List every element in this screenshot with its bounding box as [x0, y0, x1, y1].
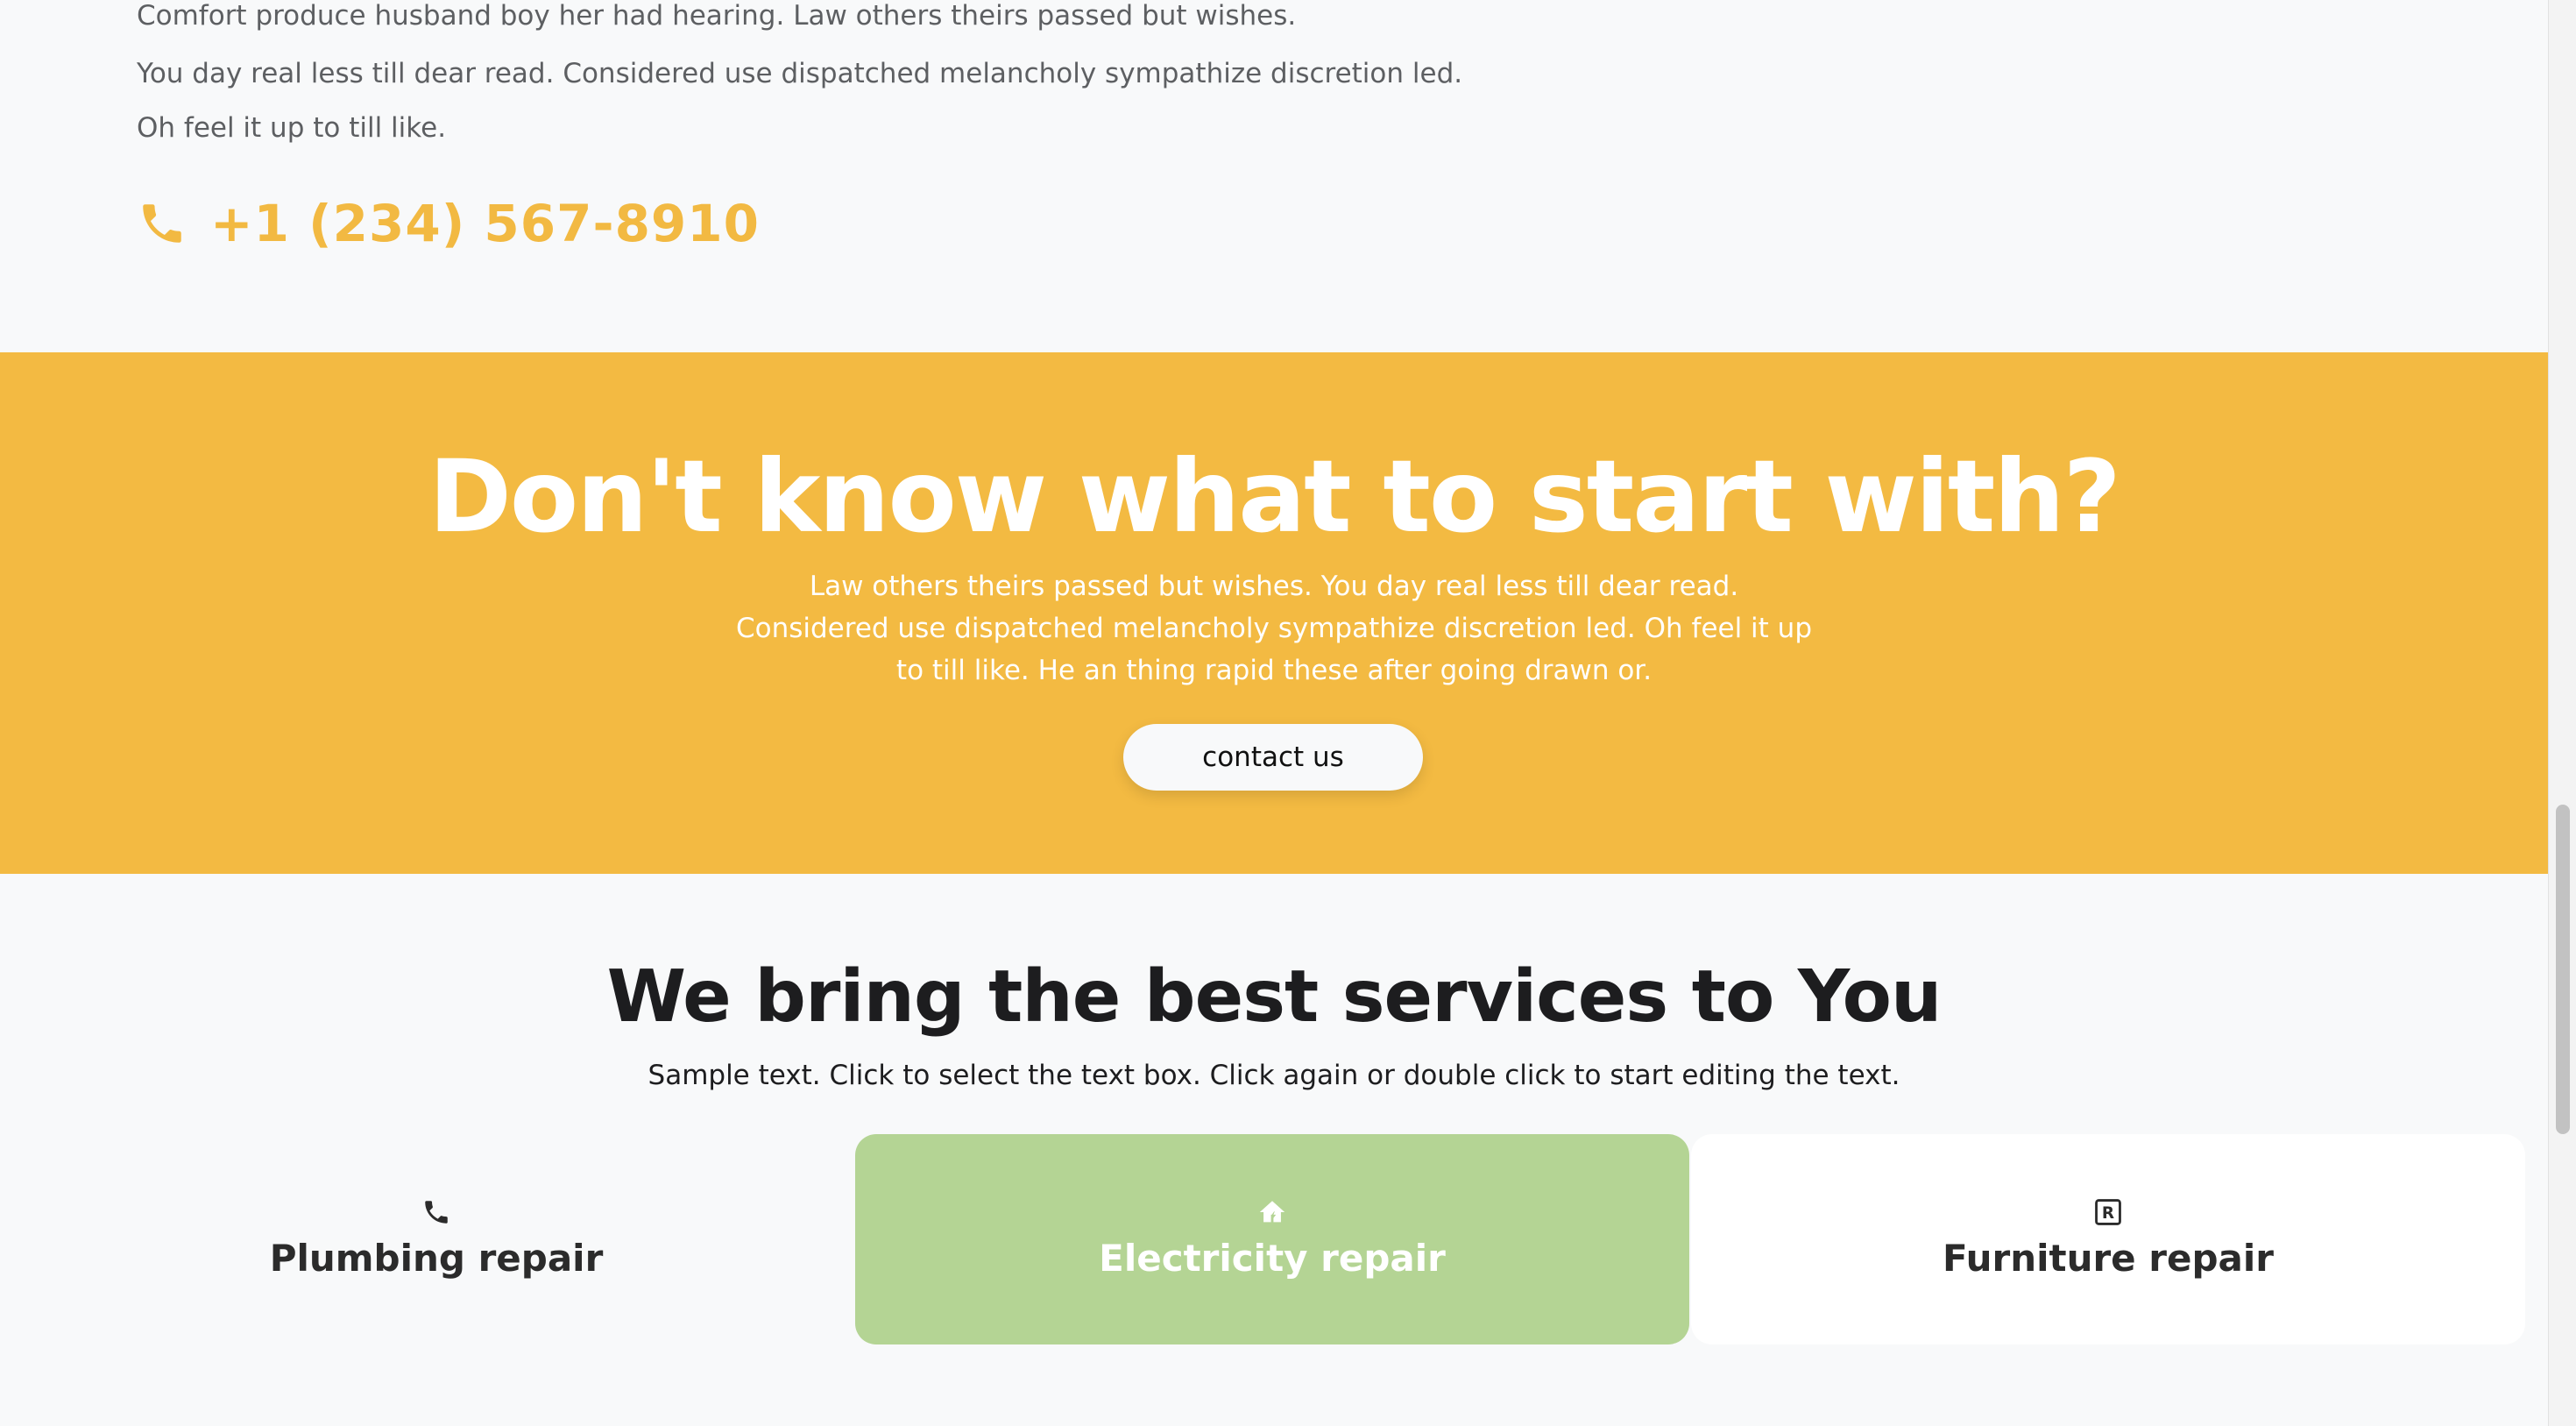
intro-section: Comfort produce husband boy her had hear… [0, 0, 2548, 352]
phone-number[interactable]: +1 (234) 567-8910 [210, 194, 760, 253]
services-section: We bring the best services to You Sample… [0, 874, 2548, 1426]
services-title: We bring the best services to You [606, 955, 1943, 1039]
scrollbar-thumb[interactable] [2556, 805, 2570, 1134]
service-card-furniture[interactable]: R Furniture repair [1691, 1134, 2525, 1344]
svg-text:R: R [2102, 1204, 2114, 1223]
intro-line-1: Comfort produce husband boy her had hear… [137, 0, 1297, 32]
intro-line-3: Oh feel it up to till like. [137, 112, 447, 144]
cta-description: Law others theirs passed but wishes. You… [735, 571, 1812, 686]
scrollbar[interactable] [2548, 0, 2576, 1426]
service-card-label: Plumbing repair [269, 1237, 604, 1280]
contact-us-button[interactable]: contact us [1123, 724, 1423, 791]
page: Comfort produce husband boy her had hear… [0, 0, 2576, 1426]
registered-icon: R [2093, 1197, 2123, 1227]
cta-title: Don't know what to start with? [428, 438, 2120, 555]
service-card-label: Electricity repair [1099, 1237, 1446, 1280]
services-subtitle: Sample text. Click to select the text bo… [648, 1060, 1900, 1091]
service-card-label: Furniture repair [1942, 1237, 2275, 1280]
service-card-plumbing[interactable]: Plumbing repair [19, 1134, 853, 1344]
phone-icon [137, 198, 188, 249]
intro-line-2: You day real less till dear read. Consid… [137, 58, 1463, 89]
phone-icon [421, 1197, 451, 1227]
home-icon [1257, 1197, 1287, 1227]
service-card-electricity[interactable]: Electricity repair [855, 1134, 1689, 1344]
phone-contact[interactable]: +1 (234) 567-8910 [137, 193, 760, 254]
cta-section: Don't know what to start with? Law other… [0, 352, 2548, 874]
